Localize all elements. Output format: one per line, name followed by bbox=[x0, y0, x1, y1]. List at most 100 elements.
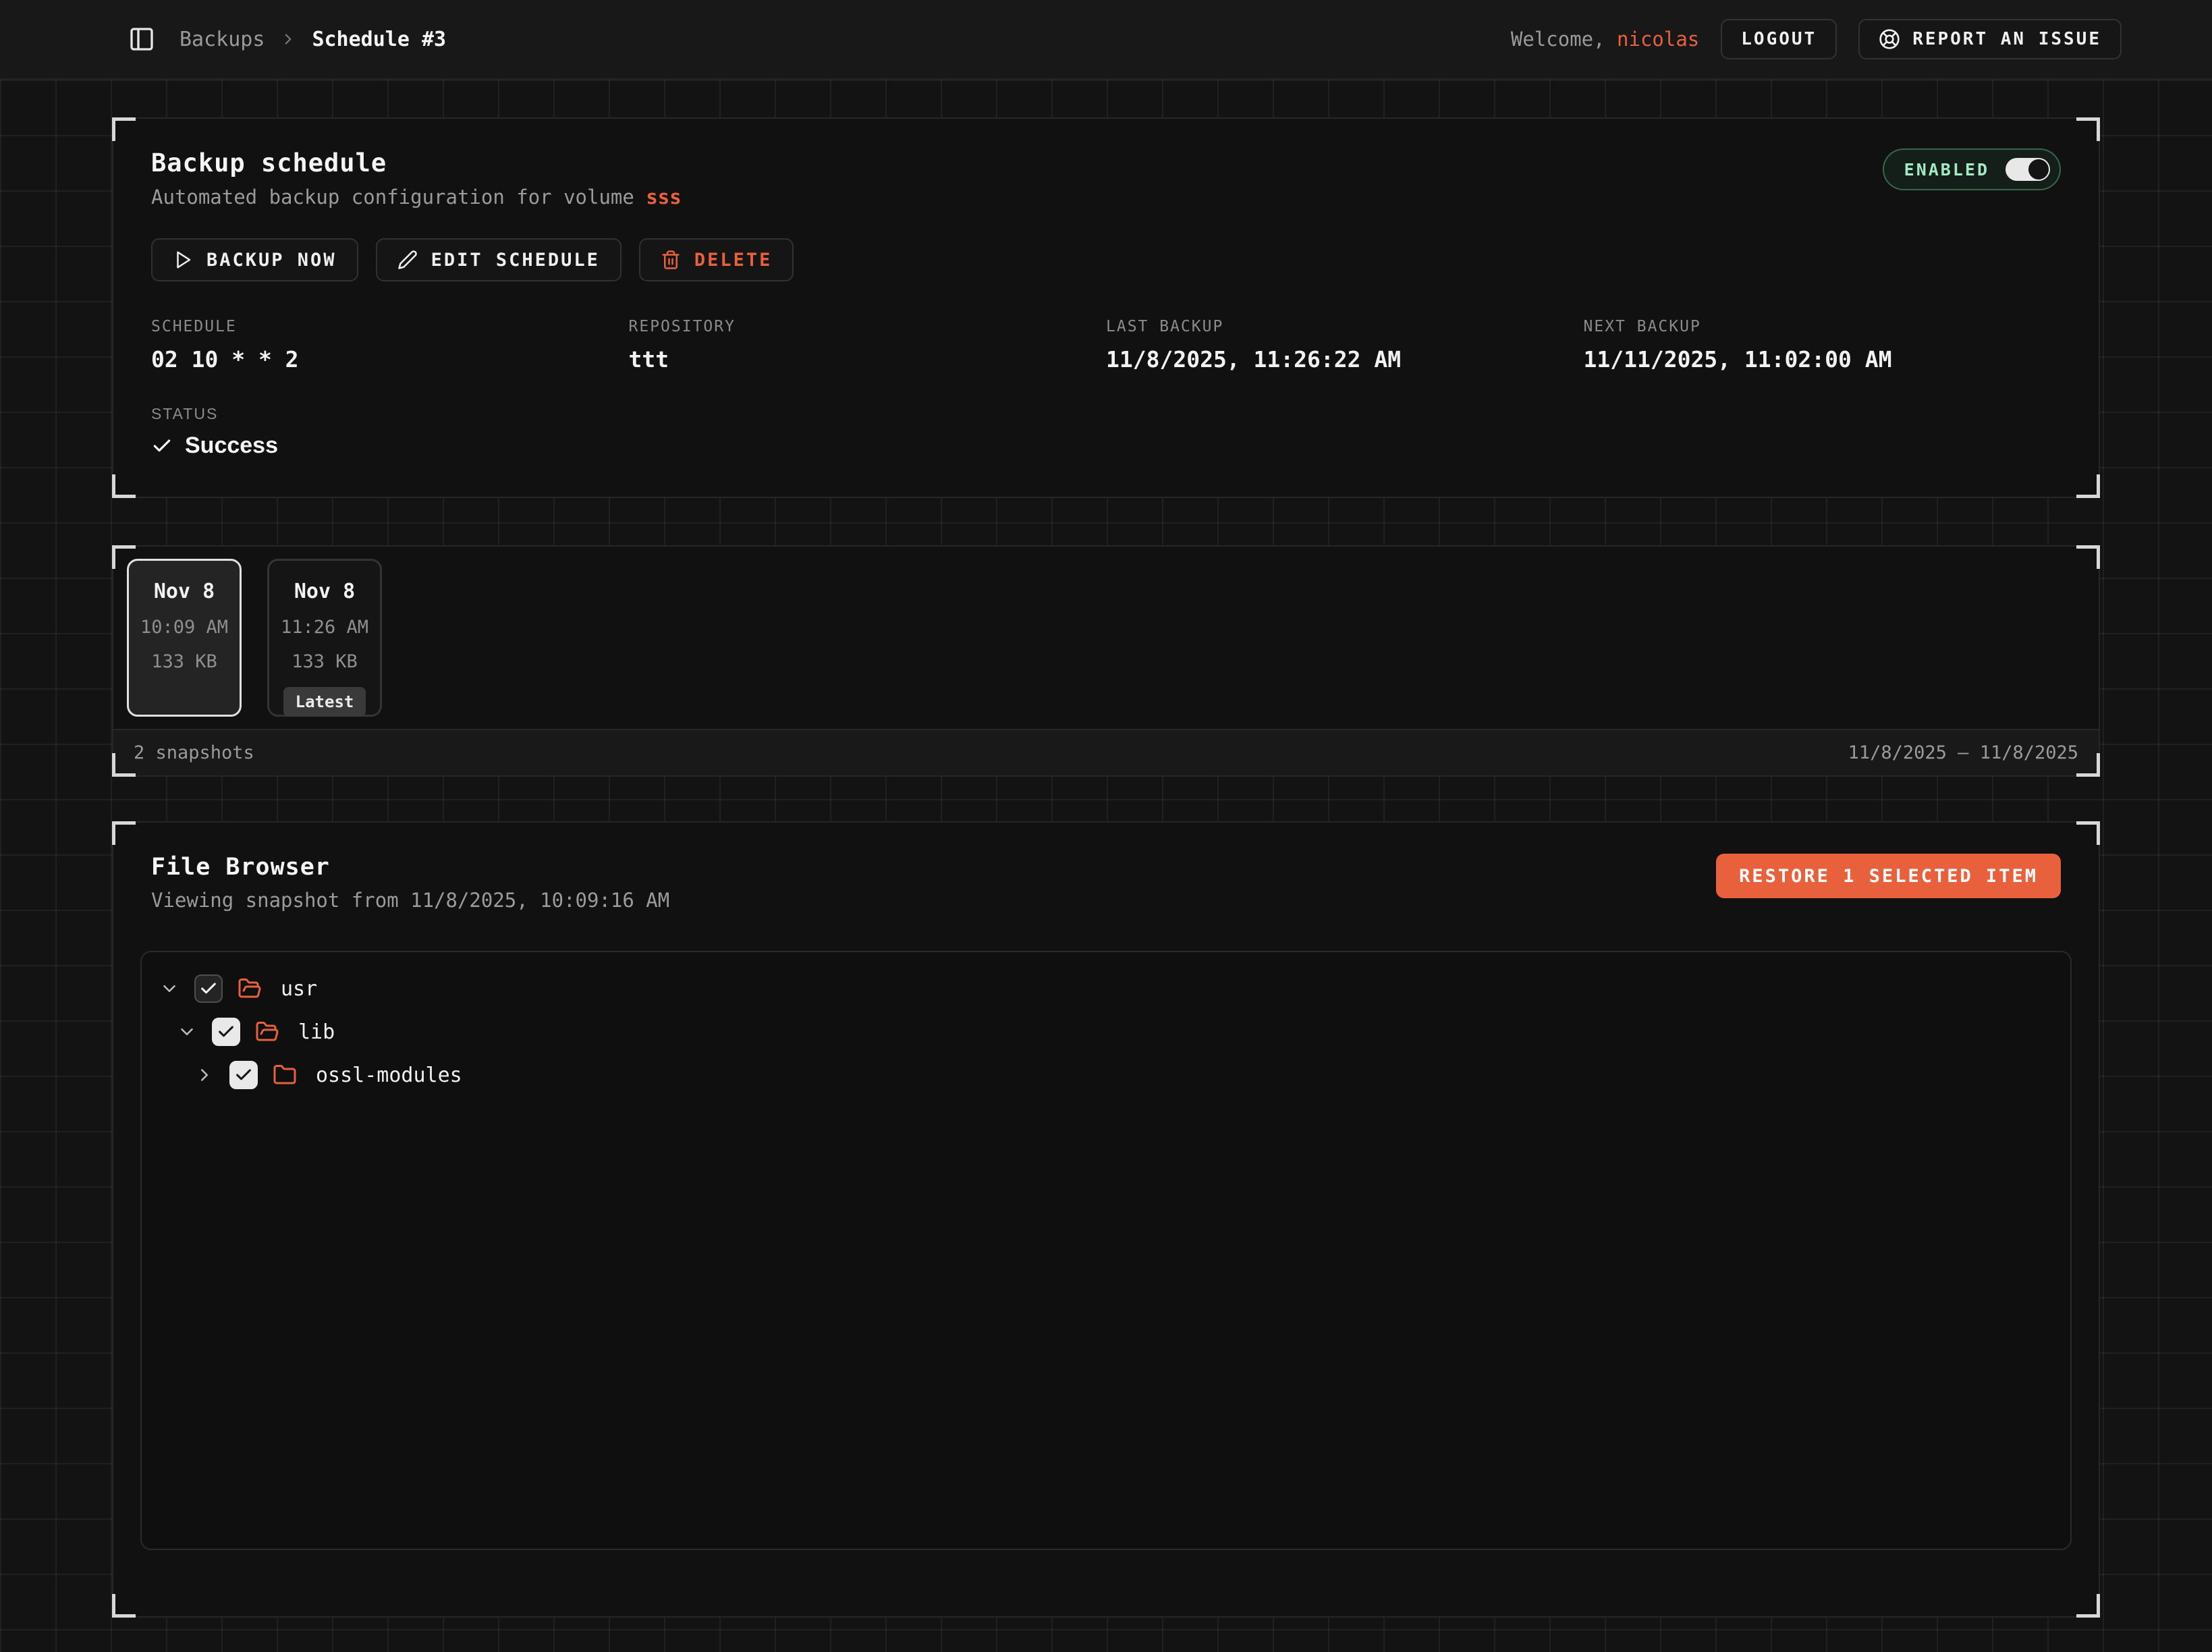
toggle-switch[interactable] bbox=[2006, 158, 2050, 181]
corner-bracket bbox=[112, 821, 136, 845]
checkbox-lib[interactable] bbox=[212, 1018, 240, 1046]
field-schedule: SCHEDULE 02 10 * * 2 bbox=[151, 318, 629, 373]
edit-schedule-label: EDIT SCHEDULE bbox=[431, 250, 600, 271]
corner-bracket bbox=[2076, 821, 2100, 845]
report-issue-button[interactable]: REPORT AN ISSUE bbox=[1858, 19, 2122, 59]
field-value: 02 10 * * 2 bbox=[151, 346, 629, 373]
corner-bracket bbox=[112, 545, 136, 569]
panel-left-icon bbox=[128, 26, 155, 53]
tree-item-name: usr bbox=[281, 977, 317, 1001]
snapshot-size: 133 KB bbox=[151, 651, 217, 672]
volume-name: sss bbox=[646, 186, 681, 209]
folder-open-icon bbox=[238, 976, 262, 1001]
welcome-prefix: Welcome, bbox=[1511, 28, 1605, 51]
breadcrumb-current: Schedule #3 bbox=[312, 28, 446, 51]
corner-bracket bbox=[2076, 753, 2100, 777]
lifebuoy-icon bbox=[1879, 28, 1900, 50]
file-browser-subtitle: Viewing snapshot from 11/8/2025, 10:09:1… bbox=[151, 889, 669, 912]
status-badge: Success bbox=[151, 433, 2061, 459]
tree-row-lib[interactable]: lib bbox=[159, 1010, 2053, 1053]
backup-schedule-panel: Backup schedule Automated backup configu… bbox=[112, 117, 2100, 498]
report-issue-label: REPORT AN ISSUE bbox=[1912, 29, 2101, 49]
file-tree: usr lib bbox=[140, 951, 2072, 1550]
check-icon bbox=[151, 435, 173, 457]
field-label: LAST BACKUP bbox=[1106, 318, 1584, 335]
sidebar-toggle-button[interactable] bbox=[128, 26, 155, 53]
corner-bracket bbox=[2076, 1594, 2100, 1618]
page: Backups Schedule #3 Welcome, nicolas LOG… bbox=[0, 0, 2212, 1652]
breadcrumb-backups[interactable]: Backups bbox=[179, 28, 265, 51]
username: nicolas bbox=[1617, 28, 1699, 51]
field-label: REPOSITORY bbox=[629, 318, 1107, 335]
field-next-backup: NEXT BACKUP 11/11/2025, 11:02:00 AM bbox=[1584, 318, 2062, 373]
snapshot-date: Nov 8 bbox=[294, 580, 355, 603]
folder-open-icon bbox=[255, 1020, 279, 1044]
field-value: 11/11/2025, 11:02:00 AM bbox=[1584, 346, 2062, 373]
chevron-down-icon[interactable] bbox=[159, 979, 179, 999]
field-label: SCHEDULE bbox=[151, 318, 629, 335]
latest-badge: Latest bbox=[283, 687, 366, 717]
corner-bracket bbox=[2076, 117, 2100, 141]
snapshot-time: 11:26 AM bbox=[281, 617, 368, 638]
snapshot-card[interactable]: Nov 8 11:26 AM 133 KB Latest bbox=[267, 559, 382, 717]
field-value: 11/8/2025, 11:26:22 AM bbox=[1106, 346, 1584, 373]
snapshot-date: Nov 8 bbox=[154, 580, 215, 603]
status-label: STATUS bbox=[151, 405, 2061, 423]
folder-icon bbox=[273, 1063, 297, 1087]
schedule-panel-header: Backup schedule Automated backup configu… bbox=[151, 148, 2061, 209]
toggle-knob bbox=[2028, 159, 2049, 180]
chevron-right-icon bbox=[279, 30, 297, 48]
file-browser-header: File Browser Viewing snapshot from 11/8/… bbox=[140, 854, 2072, 912]
status-text: Success bbox=[185, 433, 278, 459]
status-block: STATUS Success bbox=[151, 405, 2061, 459]
corner-bracket bbox=[2076, 474, 2100, 498]
field-value: ttt bbox=[629, 346, 1107, 373]
field-label: NEXT BACKUP bbox=[1584, 318, 2062, 335]
field-last-backup: LAST BACKUP 11/8/2025, 11:26:22 AM bbox=[1106, 318, 1584, 373]
restore-selected-button[interactable]: RESTORE 1 SELECTED ITEM bbox=[1716, 854, 2061, 898]
corner-bracket bbox=[112, 474, 136, 498]
backup-now-label: BACKUP NOW bbox=[206, 250, 337, 271]
pencil-icon bbox=[397, 250, 418, 270]
top-bar: Backups Schedule #3 Welcome, nicolas LOG… bbox=[0, 0, 2212, 80]
snapshot-card-selected[interactable]: Nov 8 10:09 AM 133 KB bbox=[127, 559, 242, 717]
schedule-actions: BACKUP NOW EDIT SCHEDULE DELETE bbox=[151, 238, 2061, 281]
breadcrumb: Backups Schedule #3 bbox=[179, 28, 446, 51]
corner-bracket bbox=[2076, 545, 2100, 569]
backup-now-button[interactable]: BACKUP NOW bbox=[151, 238, 358, 281]
chevron-down-icon[interactable] bbox=[177, 1022, 197, 1042]
corner-bracket bbox=[112, 1594, 136, 1618]
delete-label: DELETE bbox=[694, 250, 773, 271]
delete-button[interactable]: DELETE bbox=[639, 238, 794, 281]
schedule-panel-titles: Backup schedule Automated backup configu… bbox=[151, 148, 682, 209]
trash-icon bbox=[661, 250, 681, 270]
corner-bracket bbox=[112, 117, 136, 141]
edit-schedule-button[interactable]: EDIT SCHEDULE bbox=[376, 238, 621, 281]
enabled-label: ENABLED bbox=[1904, 160, 1989, 180]
snapshot-time: 10:09 AM bbox=[140, 617, 228, 638]
chevron-right-icon[interactable] bbox=[194, 1065, 215, 1085]
tree-item-name: ossl-modules bbox=[316, 1064, 462, 1087]
snapshot-card-list: Nov 8 10:09 AM 133 KB Nov 8 11:26 AM 133… bbox=[113, 547, 2099, 729]
field-repository: REPOSITORY ttt bbox=[629, 318, 1107, 373]
snapshots-panel: Nov 8 10:09 AM 133 KB Nov 8 11:26 AM 133… bbox=[112, 545, 2100, 777]
snapshot-size: 133 KB bbox=[292, 651, 358, 672]
snapshot-count: 2 snapshots bbox=[134, 742, 254, 763]
logout-button[interactable]: LOGOUT bbox=[1721, 19, 1837, 59]
top-bar-right: Welcome, nicolas LOGOUT REPORT AN ISSUE bbox=[1511, 19, 2122, 59]
tree-row-ossl-modules[interactable]: ossl-modules bbox=[159, 1053, 2053, 1097]
main-content: Backup schedule Automated backup configu… bbox=[0, 80, 2212, 1652]
checkbox-ossl-modules[interactable] bbox=[229, 1061, 258, 1089]
tree-row-usr[interactable]: usr bbox=[159, 967, 2053, 1010]
file-browser-panel: File Browser Viewing snapshot from 11/8/… bbox=[112, 821, 2100, 1618]
play-icon bbox=[173, 250, 193, 270]
file-browser-title: File Browser bbox=[151, 854, 669, 881]
enabled-toggle[interactable]: ENABLED bbox=[1883, 148, 2061, 190]
tree-item-name: lib bbox=[298, 1020, 335, 1044]
file-browser-titles: File Browser Viewing snapshot from 11/8/… bbox=[151, 854, 669, 912]
page-title: Backup schedule bbox=[151, 148, 682, 177]
top-bar-left: Backups Schedule #3 bbox=[128, 26, 446, 53]
schedule-subtitle: Automated backup configuration for volum… bbox=[151, 186, 682, 209]
checkbox-usr[interactable] bbox=[194, 974, 223, 1003]
schedule-fields: SCHEDULE 02 10 * * 2 REPOSITORY ttt LAST… bbox=[151, 318, 2061, 373]
